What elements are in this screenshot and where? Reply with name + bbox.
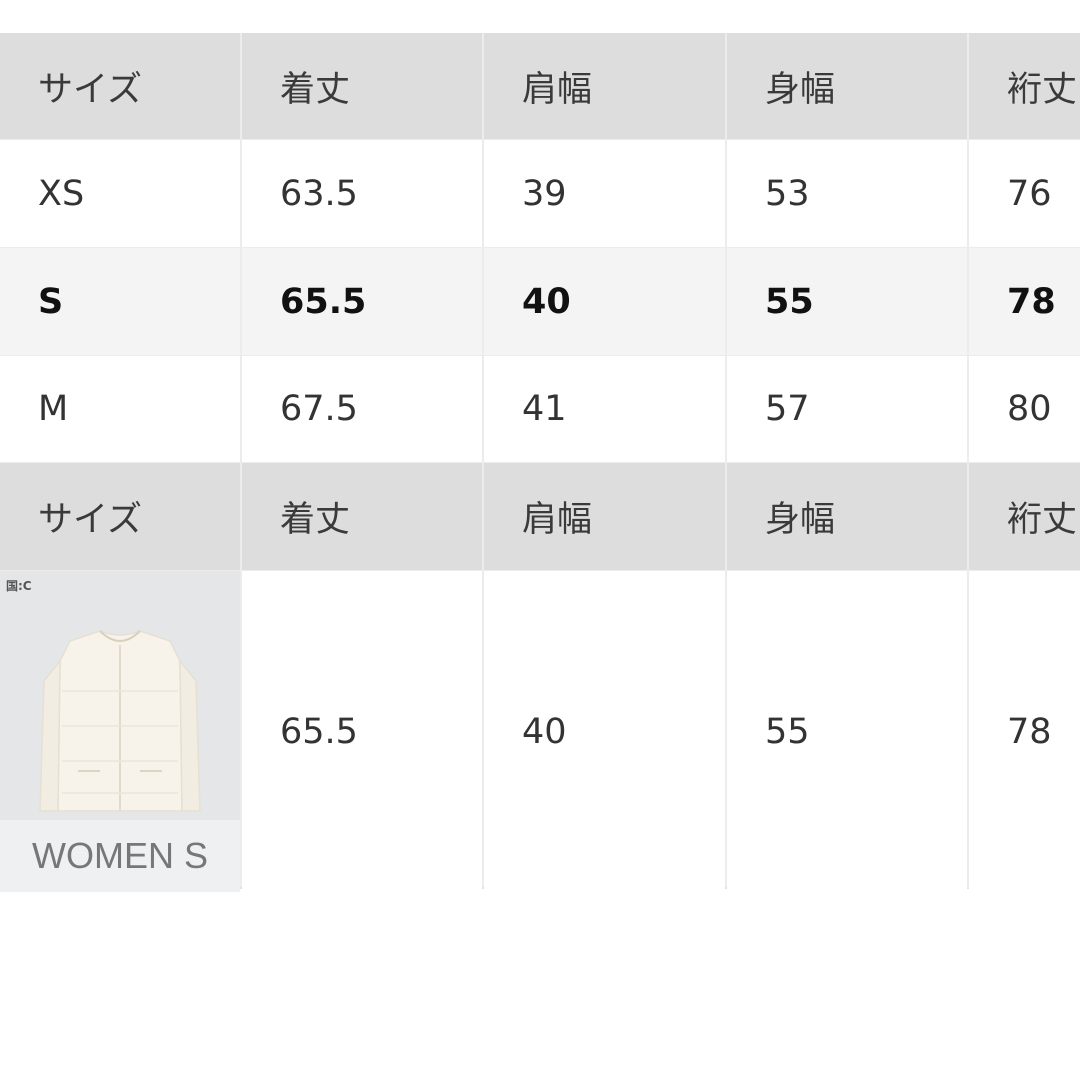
table-cell: 57 bbox=[727, 356, 967, 462]
table-cell: 65.5 bbox=[242, 248, 482, 355]
header-shoulder: 肩幅 bbox=[484, 33, 725, 139]
table-cell: 55 bbox=[727, 248, 967, 355]
table-cell: 40 bbox=[484, 248, 725, 355]
header-length: 着丈 bbox=[242, 33, 482, 139]
product-caption: WOMEN S bbox=[0, 820, 240, 892]
table-cell: 40 bbox=[484, 571, 725, 892]
table-cell: 78 bbox=[969, 248, 1080, 355]
header-length-2: 着丈 bbox=[242, 463, 482, 570]
table-cell: 63.5 bbox=[242, 140, 482, 247]
table-cell: 41 bbox=[484, 356, 725, 462]
product-thumbnail[interactable]: 国:C WOMEN S bbox=[0, 571, 240, 892]
header-shoulder-2: 肩幅 bbox=[484, 463, 725, 570]
table-cell: 65.5 bbox=[242, 571, 482, 892]
jacket-image bbox=[39, 630, 201, 812]
table-cell: 76 bbox=[969, 140, 1080, 247]
size-label-m: M bbox=[0, 356, 240, 462]
table-cell: 39 bbox=[484, 140, 725, 247]
size-label-s: S bbox=[0, 248, 240, 355]
size-label-xs: XS bbox=[0, 140, 240, 247]
table-cell: 78 bbox=[969, 571, 1080, 892]
header-width-2: 身幅 bbox=[727, 463, 967, 570]
header-size-2: サイズ bbox=[0, 463, 240, 570]
header-width: 身幅 bbox=[727, 33, 967, 139]
table-cell: 67.5 bbox=[242, 356, 482, 462]
size-chart-table: サイズ 着丈 肩幅 身幅 裄丈 XS 63.5 39 53 76 S 65.5 … bbox=[0, 33, 1080, 892]
header-sleeve-2: 裄丈 bbox=[969, 463, 1080, 570]
header-size: サイズ bbox=[0, 33, 240, 139]
table-cell: 80 bbox=[969, 356, 1080, 462]
table-cell: 53 bbox=[727, 140, 967, 247]
table-cell: 55 bbox=[727, 571, 967, 892]
origin-badge: 国:C bbox=[6, 579, 32, 593]
header-sleeve: 裄丈 bbox=[969, 33, 1080, 139]
